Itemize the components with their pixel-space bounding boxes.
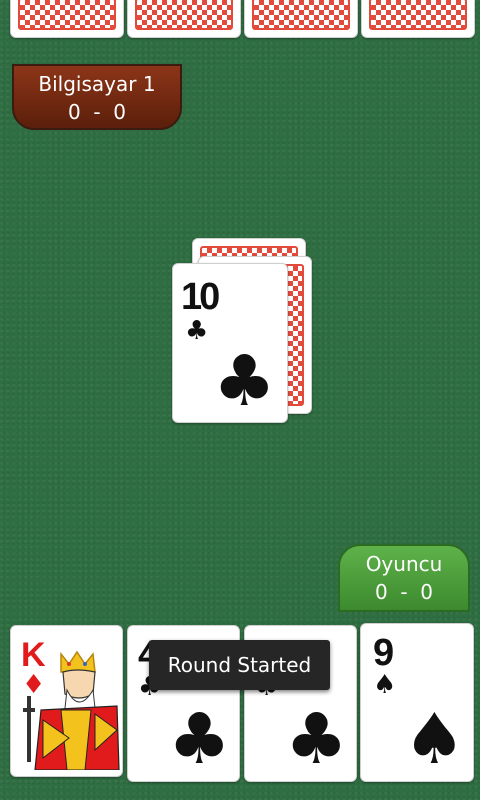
player-card-rank: 9	[373, 632, 394, 674]
opponent-card-back	[127, 0, 241, 38]
round-started-toast: Round Started	[149, 640, 330, 690]
king-portrait-icon	[23, 650, 120, 770]
player-score: 0 - 0	[374, 580, 434, 604]
opponent-score-panel: Bilgisayar 1 0 - 0	[12, 64, 182, 130]
player-card-nine-spades[interactable]: 9 ♠ ♠	[360, 623, 474, 782]
club-icon: ♣	[168, 698, 231, 780]
spade-icon: ♠	[403, 698, 466, 780]
opponent-card-back	[361, 0, 475, 38]
player-score-panel: Oyuncu 0 - 0	[338, 544, 470, 612]
opponent-card-back	[10, 0, 124, 38]
opponent-name: Bilgisayar 1	[38, 72, 156, 96]
pile-card-club-icon: ♣	[213, 340, 276, 422]
spade-small-icon: ♠	[373, 670, 397, 700]
pile-card-club-small-icon: ♣	[185, 316, 209, 346]
player-card-king-diamonds[interactable]: K ♦	[10, 625, 123, 777]
pile-card-rank: 10	[181, 276, 220, 318]
pile-top-card[interactable]: 10 ♣ ♣	[172, 263, 288, 423]
opponent-score: 0 - 0	[67, 100, 127, 124]
opponent-card-back	[244, 0, 358, 38]
club-icon: ♣	[285, 698, 348, 780]
player-name: Oyuncu	[365, 552, 443, 576]
